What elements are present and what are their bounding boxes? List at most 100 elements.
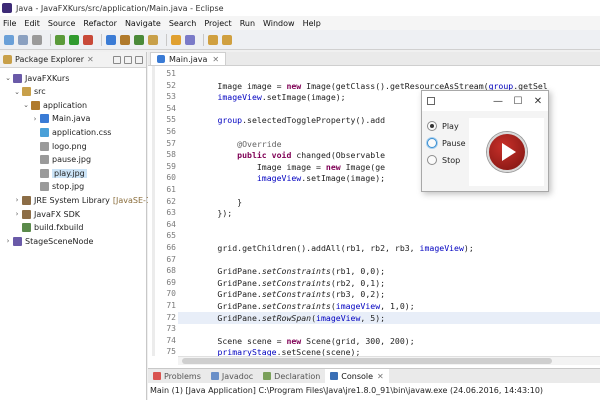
editor-tab-main-java[interactable]: Main.java ✕ [150,52,227,65]
window-icon [427,97,435,105]
package-explorer-tab[interactable]: Package Explorer ✕ [0,52,146,68]
code-line[interactable] [178,219,600,231]
link-with-editor-icon[interactable] [124,55,132,64]
menu-source[interactable]: Source [48,19,75,28]
annotation-icon[interactable] [185,34,195,45]
radio-play[interactable]: Play [427,119,459,133]
code-line[interactable] [178,68,600,80]
tab-javadoc[interactable]: Javadoc [206,372,258,381]
code-line[interactable]: GridPane.setRowSpan(imageView, 5); [178,311,600,324]
print-icon[interactable] [32,34,42,45]
tree-item[interactable]: play.jpg [31,167,87,179]
code-line[interactable]: }); [178,207,600,219]
tree-item[interactable]: application.css [31,126,111,138]
minimize-icon[interactable]: — [488,96,508,107]
annotation-ruler [152,66,155,356]
back-icon[interactable] [208,34,218,45]
chevron-down-icon[interactable]: ⌄ [4,74,12,82]
chevron-down-icon[interactable]: ⌄ [13,88,21,96]
tree-item-label: JavaFXKurs [25,73,70,83]
menu-help[interactable]: Help [303,19,321,28]
scrollbar-thumb[interactable] [182,358,552,364]
radio-button-icon[interactable] [427,155,437,165]
menu-window[interactable]: Window [263,19,295,28]
tree-item[interactable]: ⌄ application [22,99,87,111]
horizontal-scrollbar[interactable] [178,356,600,365]
tree-item[interactable]: build.fxbuild [13,222,83,234]
code-line[interactable]: GridPane.setConstraints(rb2, 0,1); [178,277,600,289]
tree-item[interactable]: › Main.java [31,113,90,125]
line-number: 71 [166,301,176,310]
line-number: 56 [166,127,176,136]
menu-edit[interactable]: Edit [24,19,40,28]
view-menu-icon[interactable] [135,55,143,64]
chevron-right-icon[interactable]: › [31,115,39,123]
close-icon[interactable]: ✕ [377,372,384,381]
line-number: 62 [166,196,176,206]
tab-declaration[interactable]: Declaration [258,372,325,381]
bottom-tab-bar: Problems Javadoc Declaration Console ✕ [148,369,600,383]
menu-refactor[interactable]: Refactor [83,19,117,28]
chevron-right-icon[interactable]: › [13,210,21,218]
code-line[interactable]: GridPane.setConstraints(imageView, 1,0); [178,300,600,312]
tab-label: Console [341,371,374,381]
close-icon[interactable]: ✕ [87,55,94,64]
tree-item-label: JRE System Library [34,195,110,205]
line-number: 53 [166,92,176,102]
code-line[interactable]: primaryStage.setScene(scene); [178,346,600,356]
library-icon [22,209,31,219]
toolbar-separator [166,33,167,46]
tree-item[interactable]: › StageSceneNode [4,235,93,247]
package-explorer: Package Explorer ✕ ⌄ JavaFXKurs ⌄ src ⌄ appli… [0,52,162,400]
code-line[interactable]: grid.getChildren().addAll(rb1, rb2, rb3,… [178,242,600,254]
code-line[interactable]: GridPane.setConstraints(rb3, 0,2); [178,288,600,300]
chevron-down-icon[interactable]: ⌄ [22,101,30,109]
tree-item[interactable]: › JavaFX SDK [13,208,80,220]
new-icon[interactable] [4,34,14,45]
new-java-project-icon[interactable] [106,34,116,45]
debug-icon[interactable] [55,34,65,45]
tree-item[interactable]: › JRE System Library [JavaSE-1.8] [13,194,162,206]
editor-tab-bar: Main.java ✕ [148,52,600,66]
maximize-icon[interactable]: ☐ [508,96,528,107]
code-line[interactable] [178,230,600,242]
forward-icon[interactable] [222,34,232,45]
save-icon[interactable] [18,34,28,45]
chevron-right-icon[interactable]: › [13,196,21,204]
new-package-icon[interactable] [120,34,130,45]
tree-item-label: Main.java [52,114,91,124]
tree-item[interactable]: stop.jpg [31,181,84,193]
close-icon[interactable]: ✕ [212,55,219,64]
menu-file[interactable]: File [3,19,16,28]
code-line[interactable] [178,323,600,335]
close-icon[interactable]: ✕ [528,96,548,107]
app-window-title-bar[interactable]: — ☐ ✕ [422,91,548,111]
tree-item[interactable]: pause.jpg [31,154,91,166]
tree-item[interactable]: ⌄ JavaFXKurs [4,72,69,84]
new-class-icon[interactable] [134,34,144,45]
search-icon[interactable] [171,34,181,45]
code-line[interactable]: GridPane.setConstraints(rb1, 0,0); [178,265,600,277]
menu-run[interactable]: Run [240,19,255,28]
tab-console[interactable]: Console ✕ [325,369,389,383]
run-icon[interactable] [69,34,79,45]
tab-problems[interactable]: Problems [148,372,206,381]
menu-navigate[interactable]: Navigate [125,19,161,28]
tree-item-label: StageSceneNode [25,236,94,246]
external-tools-icon[interactable] [83,34,93,45]
radio-button-icon[interactable] [427,138,437,148]
menu-project[interactable]: Project [204,19,231,28]
code-line[interactable]: Scene scene = new Scene(grid, 300, 200); [178,335,600,347]
radio-pause[interactable]: Pause [427,136,466,150]
chevron-right-icon[interactable]: › [4,237,12,245]
code-line[interactable]: } [178,196,600,208]
menu-search[interactable]: Search [169,19,196,28]
open-type-icon[interactable] [148,34,158,45]
collapse-all-icon[interactable] [113,55,121,64]
tree-item[interactable]: ⌄ src [13,86,46,98]
radio-stop[interactable]: Stop [427,153,460,167]
radio-button-icon[interactable] [427,121,437,131]
line-number: 54 [166,103,176,113]
tree-item[interactable]: logo.png [31,140,87,152]
code-line[interactable] [178,254,600,266]
